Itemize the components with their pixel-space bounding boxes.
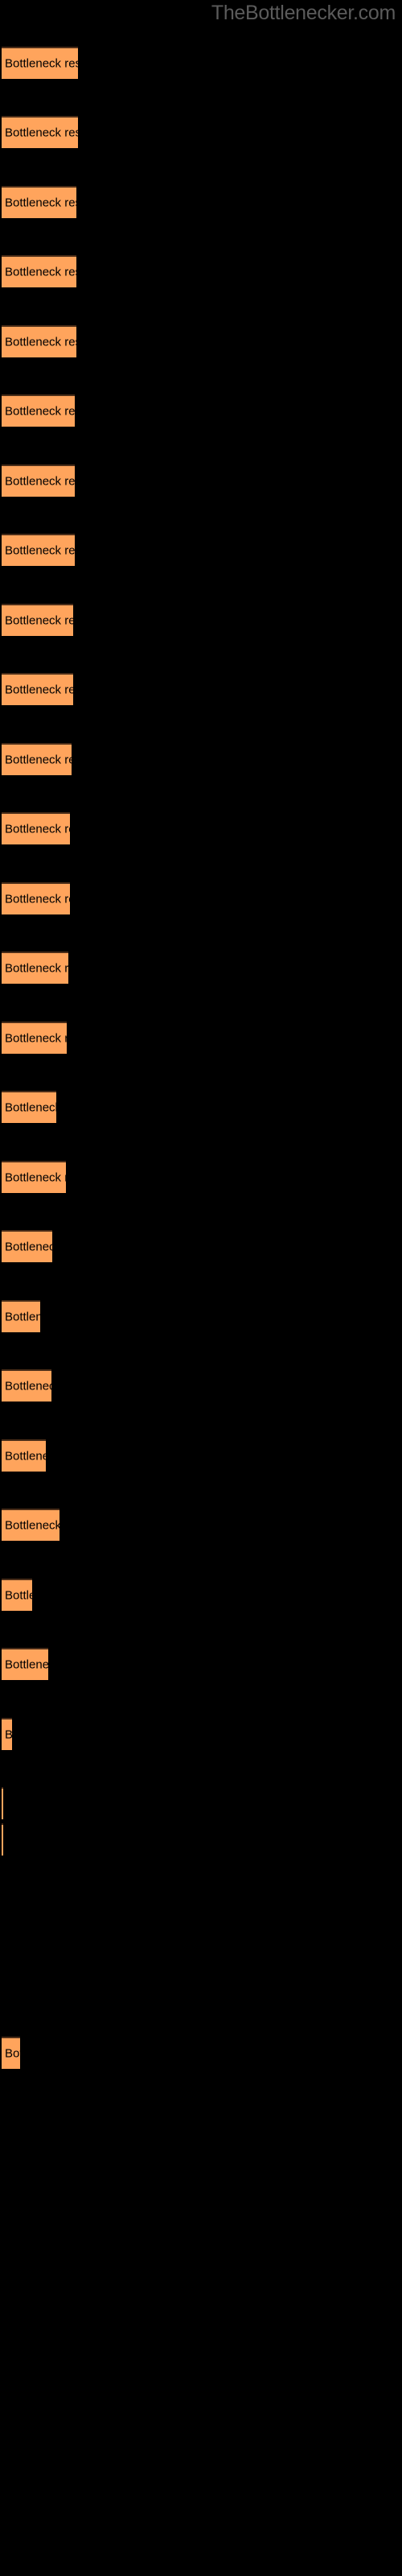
bar: Bottleneck result [2,1230,52,1262]
bar-label: Bottleneck result [5,683,73,697]
bar-label: Bottleneck result [5,613,73,628]
bar: Bottleneck result [2,1369,51,1402]
bar-label: Bottleneck result [5,961,68,976]
bar: Bottleneck result [2,116,78,148]
bar-label: Bottleneck result [5,2046,20,2061]
bar [2,1823,3,1856]
bar: Bottleneck result [2,1091,56,1123]
bar: Bottleneck result [2,1579,32,1611]
bar-label: Bottleneck result [5,1518,59,1533]
bar-chart: TheBottlenecker.com Bottleneck result Bot… [0,0,402,2576]
bar-label: Bottleneck result [5,404,75,419]
bar: Bottleneck result [2,464,75,497]
bar-label: Bottleneck result [5,892,70,906]
bar-label: Bottleneck result [5,1170,66,1185]
bar: Bottleneck result [2,325,76,357]
bar-label: Bottleneck result [5,1379,51,1393]
bar: Bottleneck result [2,1718,12,1750]
bar: Bottleneck result [2,604,73,636]
site-watermark: TheBottlenecker.com [211,2,396,24]
bar-label: Bottleneck result [5,543,75,558]
bar-label: Bottleneck result [5,1031,67,1046]
bar: Bottleneck result [2,1300,40,1332]
bar-label: Bottleneck result [5,1657,48,1672]
bar-label: Bottleneck result [5,56,78,71]
bar: Bottleneck result [2,1509,59,1541]
bar-label: Bottleneck result [5,474,75,489]
bar-label: Bottleneck result [5,753,72,767]
bar-label: Bottleneck result [5,1588,32,1603]
bar: Bottleneck result [2,1161,66,1193]
bar: Bottleneck result [2,673,73,705]
bar-label: Bottleneck result [5,822,70,836]
bar: Bottleneck result [2,882,70,914]
bar-label: Bottleneck result [5,335,76,349]
bar: Bottleneck result [2,812,70,844]
bar-label: Bottleneck result [5,1729,12,1741]
bar: Bottleneck result [2,2037,20,2069]
bar: Bottleneck result [2,1648,48,1680]
bar: Bottleneck result [2,1439,46,1472]
bar: Bottleneck result [2,743,72,775]
bar-label: Bottleneck result [5,1310,40,1324]
bar: Bottleneck result [2,1022,67,1054]
bar-label: Bottleneck result [5,1100,56,1115]
bar: Bottleneck result [2,952,68,984]
bar: Bottleneck result [2,1787,3,1819]
bar-label: Bottleneck result [5,196,76,210]
bar-label: Bottleneck result [5,265,76,279]
bar-label: Bottleneck result [5,126,78,140]
bar: Bottleneck result [2,534,75,566]
bar-label: Bottleneck result [5,1240,52,1254]
bar: Bottleneck result [2,47,78,79]
bar: Bottleneck result [2,394,75,427]
bar-label: Bottleneck result [5,1449,46,1463]
bar: Bottleneck result [2,255,76,287]
bar: Bottleneck result [2,186,76,218]
